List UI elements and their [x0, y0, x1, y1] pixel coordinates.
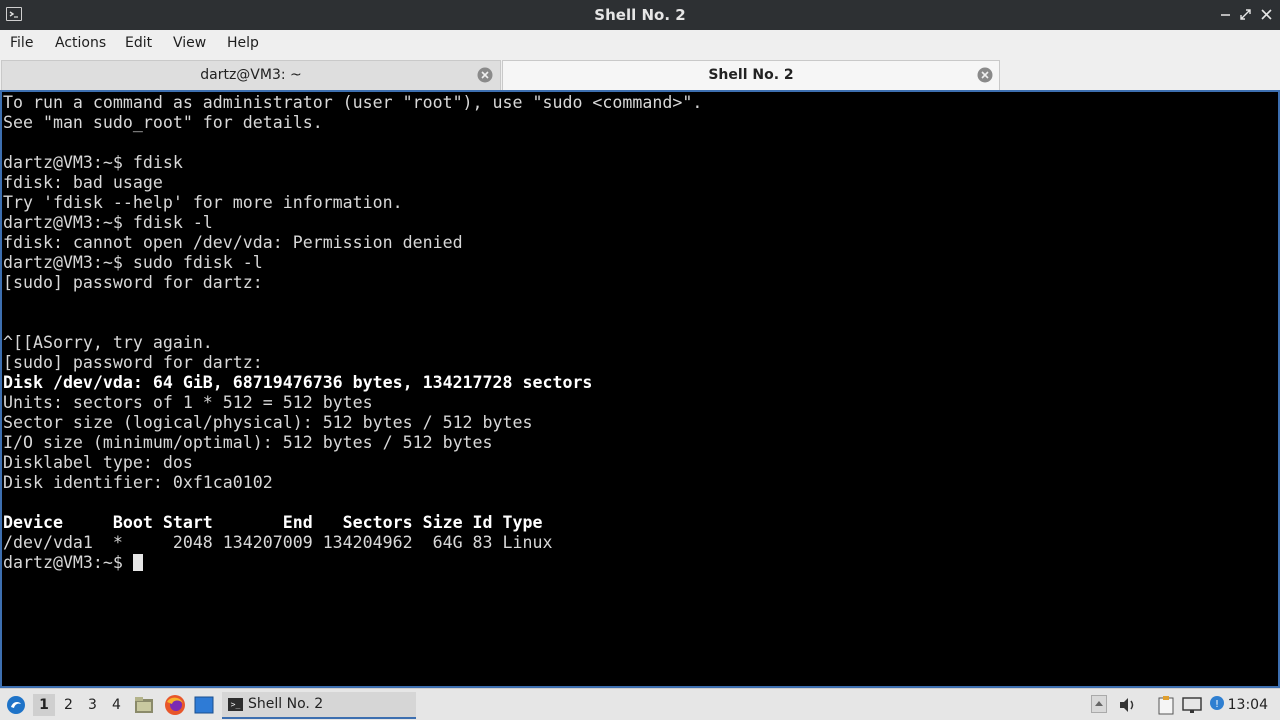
terminal-line: Disklabel type: dos: [3, 453, 193, 472]
terminal-view[interactable]: To run a command as administrator (user …: [0, 90, 1280, 688]
tab-dartz[interactable]: dartz@VM3: ~: [1, 60, 501, 90]
terminal-line: dartz@VM3:~$ fdisk: [3, 153, 183, 172]
terminal-line: fdisk: cannot open /dev/vda: Permission …: [3, 233, 463, 252]
menu-view[interactable]: View: [173, 35, 206, 51]
start-menu-icon[interactable]: [6, 695, 26, 719]
tab-shell-no-2[interactable]: Shell No. 2: [502, 60, 1000, 90]
terminal-line: To run a command as administrator (user …: [3, 93, 703, 112]
terminal-line: Units: sectors of 1 * 512 = 512 bytes: [3, 393, 373, 412]
terminal-line: /dev/vda1 * 2048 134207009 134204962 64G…: [3, 533, 553, 552]
updates-icon[interactable]: !: [1208, 694, 1226, 716]
maximize-icon[interactable]: [1238, 7, 1254, 23]
terminal-line: dartz@VM3:~$ sudo fdisk -l: [3, 253, 263, 272]
file-manager-icon[interactable]: [134, 695, 154, 719]
clock[interactable]: 13:04: [1228, 697, 1268, 713]
window-titlebar[interactable]: Shell No. 2: [0, 0, 1280, 30]
desktop-3[interactable]: 3: [88, 697, 97, 713]
close-icon[interactable]: [1259, 7, 1275, 23]
svg-text:!: !: [1215, 699, 1219, 710]
terminal-line: Sector size (logical/physical): 512 byte…: [3, 413, 533, 432]
terminal-line: [sudo] password for dartz:: [3, 353, 263, 372]
terminal-line: Try 'fdisk --help' for more information.: [3, 193, 403, 212]
menubar: File Actions Edit View Help: [0, 30, 1280, 58]
terminal-line: fdisk: bad usage: [3, 173, 163, 192]
desktop-2[interactable]: 2: [64, 697, 73, 713]
window-title: Shell No. 2: [594, 6, 686, 24]
terminal-line: See "man sudo_root" for details.: [3, 113, 323, 132]
tab-label: Shell No. 2: [708, 67, 794, 83]
tab-label: dartz@VM3: ~: [200, 67, 302, 83]
terminal-prompt: dartz@VM3:~$: [3, 553, 133, 572]
terminal-line: dartz@VM3:~$ fdisk -l: [3, 213, 213, 232]
terminal-line: [sudo] password for dartz:: [3, 273, 263, 292]
terminal-icon: >_: [228, 698, 243, 711]
volume-icon[interactable]: [1118, 696, 1138, 718]
menu-file[interactable]: File: [10, 35, 33, 51]
tab-close-icon[interactable]: [977, 67, 993, 83]
taskbar: 1 2 3 4 >_ Shell No. 2 ! 13:04: [0, 688, 1280, 720]
firefox-icon[interactable]: [164, 694, 186, 720]
menu-help[interactable]: Help: [227, 35, 259, 51]
terminal-line: ^[[ASorry, try again.: [3, 333, 213, 352]
tab-close-icon[interactable]: [477, 67, 493, 83]
taskbar-task-shell[interactable]: >_ Shell No. 2: [222, 692, 416, 719]
terminal-output: To run a command as administrator (user …: [2, 93, 702, 573]
terminal-prompt-line: dartz@VM3:~$: [3, 553, 702, 573]
desktop-1[interactable]: 1: [33, 694, 55, 716]
terminal-line: I/O size (minimum/optimal): 512 bytes / …: [3, 433, 493, 452]
terminal-line: Device Boot Start End Sectors Size Id Ty…: [3, 513, 543, 532]
terminal-line: Disk identifier: 0xf1ca0102: [3, 473, 273, 492]
show-desktop-icon[interactable]: [194, 696, 214, 718]
minimize-icon[interactable]: [1218, 7, 1234, 23]
task-label: Shell No. 2: [248, 696, 324, 712]
tab-bar: dartz@VM3: ~ Shell No. 2: [0, 58, 1280, 90]
desktop-4[interactable]: 4: [112, 697, 121, 713]
tray-arrow-icon[interactable]: [1091, 695, 1107, 717]
menu-edit[interactable]: Edit: [125, 35, 152, 51]
menu-actions[interactable]: Actions: [55, 35, 106, 51]
terminal-cursor: [132, 554, 143, 571]
clipboard-icon[interactable]: [1156, 695, 1176, 719]
network-icon[interactable]: [1182, 696, 1202, 718]
terminal-line: Disk /dev/vda: 64 GiB, 68719476736 bytes…: [3, 373, 593, 392]
